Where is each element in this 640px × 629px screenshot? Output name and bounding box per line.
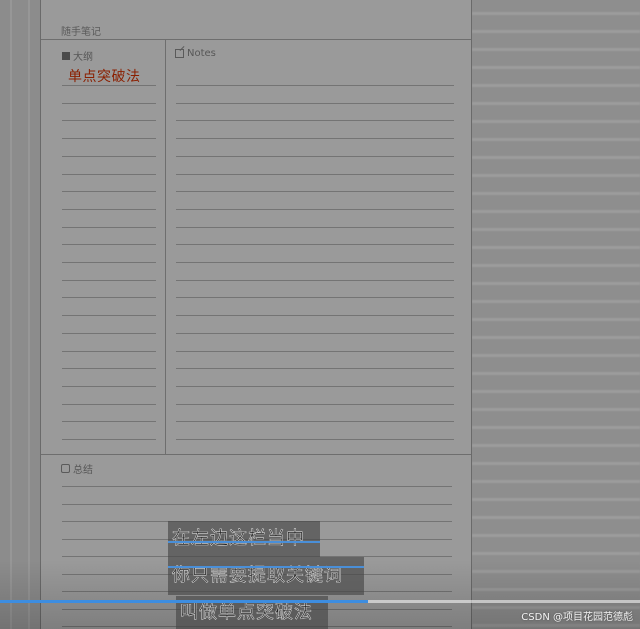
subtitle-line-2: 你只需要提取关键词 — [168, 557, 364, 595]
ruled-line — [62, 403, 156, 405]
page-title: 随手笔记 — [61, 27, 101, 38]
ruled-line — [62, 173, 156, 175]
ruled-line — [62, 85, 156, 86]
summary-section-label: 总结 — [61, 461, 93, 476]
outline-section-label: 大纲 — [62, 48, 93, 63]
ruled-line — [62, 279, 156, 281]
edit-icon — [175, 49, 184, 58]
video-frame[interactable]: 随手笔记 大纲 Notes 总结 单点突破法 在左边这栏当中 你只需要提取关键词… — [0, 0, 640, 629]
ruled-line — [62, 208, 156, 210]
outline-ruled-lines — [62, 85, 156, 445]
ruled-line — [62, 191, 156, 193]
notes-label-text: Notes — [187, 48, 216, 59]
notes-section-label: Notes — [175, 48, 216, 59]
ruled-line — [62, 138, 156, 140]
ruled-line — [176, 85, 454, 86]
ruled-line — [62, 486, 452, 487]
ruled-line — [176, 279, 454, 281]
ruled-line — [176, 315, 454, 317]
video-progress-fill — [0, 600, 368, 603]
subtitle-line-1: 在左边这栏当中 — [168, 521, 320, 557]
ruled-line — [62, 315, 156, 317]
summary-label-text: 总结 — [73, 465, 93, 476]
ruled-line — [62, 297, 156, 299]
ruled-line — [176, 368, 454, 370]
ruled-line — [62, 155, 156, 157]
ruled-line — [176, 191, 454, 193]
ruled-line — [62, 226, 156, 228]
ruled-line — [176, 439, 454, 440]
outline-entry: 单点突破法 — [68, 69, 141, 85]
ruled-line — [176, 244, 454, 246]
ruled-line — [176, 173, 454, 175]
ruled-line — [176, 262, 454, 263]
subtitle-underline-2 — [168, 566, 364, 568]
column-divider — [165, 40, 166, 454]
video-progress-bar[interactable] — [0, 600, 640, 603]
summary-icon — [61, 464, 70, 473]
ruled-line — [176, 350, 454, 352]
ruled-line — [62, 421, 156, 423]
ruled-line — [176, 421, 454, 423]
ruled-line — [62, 262, 156, 263]
watermark: CSDN @项目花园范德彪 — [521, 612, 633, 623]
ruled-line — [176, 297, 454, 299]
ruled-line — [62, 385, 156, 387]
ruled-line — [176, 138, 454, 140]
notes-ruled-lines — [176, 85, 454, 445]
ruled-line — [176, 120, 454, 122]
ruled-line — [176, 226, 454, 228]
ruled-line — [62, 102, 156, 104]
ruled-line — [62, 439, 156, 440]
summary-divider — [41, 454, 471, 455]
outline-label-text: 大纲 — [73, 52, 93, 63]
subtitle-underline-1 — [168, 541, 320, 543]
ruled-line — [62, 368, 156, 370]
book-icon — [62, 51, 70, 60]
ruled-line — [62, 332, 156, 334]
ruled-line — [176, 208, 454, 210]
ruled-line — [62, 350, 156, 352]
ruled-line — [62, 120, 156, 122]
ruled-line — [62, 503, 452, 505]
ruled-line — [62, 244, 156, 246]
ruled-line — [176, 102, 454, 104]
header-divider — [41, 39, 471, 40]
ruled-line — [176, 155, 454, 157]
ruled-line — [176, 332, 454, 334]
background-lined-paper-right — [472, 0, 640, 629]
ruled-line — [176, 385, 454, 387]
background-lined-paper-left — [0, 0, 40, 629]
ruled-line — [176, 403, 454, 405]
